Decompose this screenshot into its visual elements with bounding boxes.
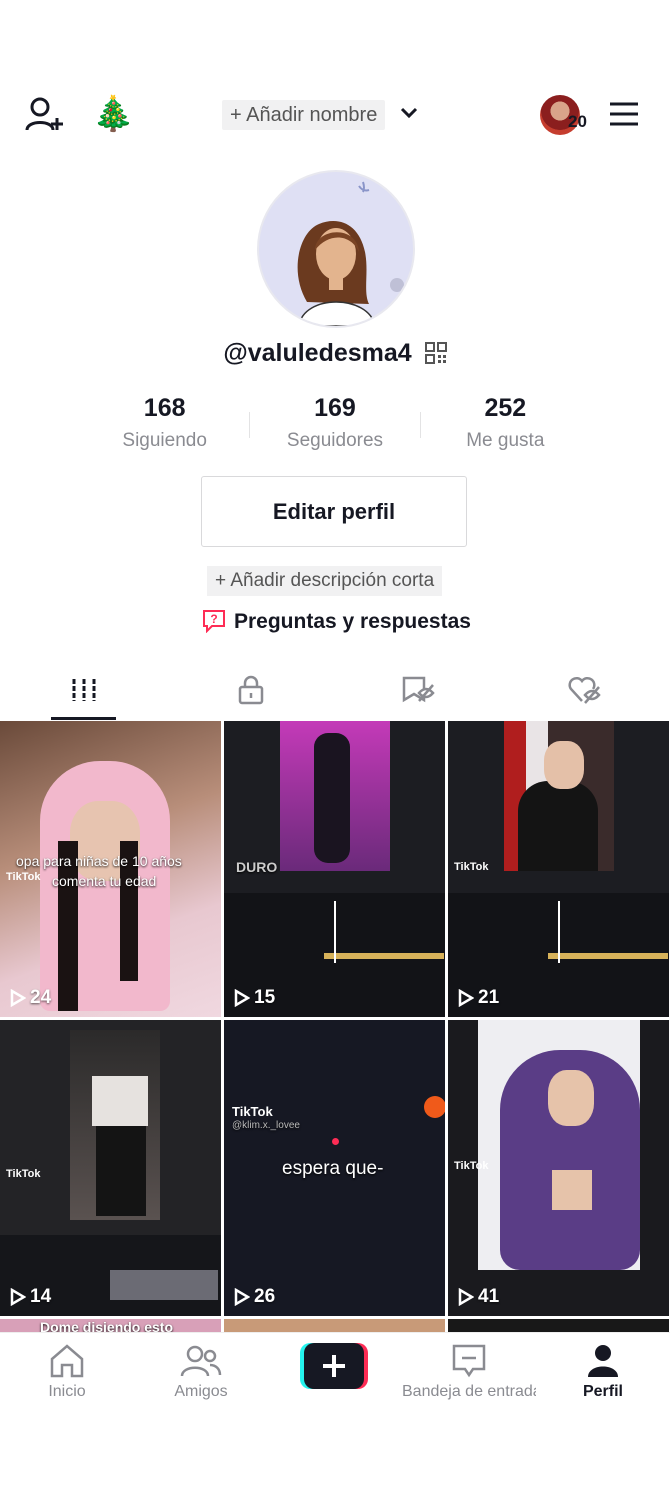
view-count-value: 24 [30,987,52,1008]
chevron-down-icon[interactable] [398,102,420,124]
nav-label: Amigos [174,1383,228,1400]
view-count: 21 [458,987,499,1009]
stat-followers[interactable]: 169 Seguidores [250,390,419,460]
video-thumbnail[interactable]: opa para niñas de 10 años comenta tu eda… [0,721,221,1017]
question-bubble-icon: ? [203,610,225,633]
tiktok-watermark: TikTok [6,1168,41,1180]
svg-text:?: ? [210,612,217,626]
stat-label: Me gusta [466,430,545,451]
nav-friends[interactable]: Amigos [134,1341,268,1407]
play-icon [458,989,474,1007]
tab-private[interactable] [167,660,334,720]
bottom-navigation: Inicio Amigos Bandeja de entrada Perfil [0,1332,670,1413]
qa-label: Preguntas y respuestas [234,610,471,633]
tiktok-watermark: TikTok [6,871,41,883]
friends-icon [180,1345,222,1377]
view-count-value: 26 [254,1286,276,1307]
video-grid: opa para niñas de 10 años comenta tu eda… [0,721,670,1341]
tiktok-watermark: TikTok [454,861,489,873]
view-count: 24 [10,987,51,1009]
video-caption: comenta tu edad [52,873,157,889]
videos-icon [72,679,95,701]
tab-videos[interactable] [0,660,167,720]
inbox-icon [452,1344,486,1378]
nav-label: Bandeja de entrada [402,1383,536,1400]
video-thumbnail[interactable]: TikTok 14 [0,1020,221,1316]
tab-liked[interactable] [501,660,668,720]
tiktok-watermark: TikTok [232,1104,273,1119]
view-count-value: 41 [478,1286,500,1307]
view-count-value: 15 [254,987,276,1008]
video-thumbnail[interactable]: TikTok 21 [448,721,669,1017]
menu-icon[interactable] [608,100,640,128]
content-tabs [0,660,670,720]
video-thumbnail[interactable]: TikTok @klim.x._lovee espera que- 26 [224,1020,445,1316]
avatar-illustration [297,181,404,326]
play-icon [10,1288,26,1306]
profile-avatar[interactable] [257,170,415,328]
active-tab-indicator [51,717,116,720]
view-count: 41 [458,1286,499,1308]
username: @valuledesma4 [223,338,412,367]
story-count: 20 [568,112,587,131]
tiktok-watermark: TikTok [454,1160,489,1172]
profile-icon [588,1345,618,1377]
saved-icon [402,676,435,703]
tab-saved[interactable] [334,660,501,720]
view-count: 15 [234,987,275,1009]
qr-code-icon[interactable] [424,342,447,365]
qa-link[interactable]: ? Preguntas y respuestas [202,606,471,638]
username-row: @valuledesma4 [0,338,670,368]
top-bar: 🎄 + Añadir nombre 20 [0,90,670,140]
lock-icon [238,675,263,705]
stat-likes[interactable]: 252 Me gusta [421,390,590,460]
add-name-button[interactable]: + Añadir nombre [222,100,386,130]
video-caption: DURO [236,859,278,875]
stat-following[interactable]: 168 Siguiendo [80,390,249,460]
add-description-button[interactable]: + Añadir descripción corta [207,566,443,596]
view-count: 14 [10,1286,51,1308]
profile-stats: 168 Siguiendo 169 Seguidores 252 Me gust… [80,390,590,460]
play-icon [10,989,26,1007]
liked-icon [567,676,601,704]
video-caption: opa para niñas de 10 años [16,853,182,869]
video-thumbnail[interactable]: TikTok 41 [448,1020,669,1316]
nav-profile[interactable]: Perfil [536,1341,670,1407]
nav-inbox[interactable]: Bandeja de entrada [402,1341,536,1407]
stat-label: Seguidores [286,430,384,451]
view-count: 26 [234,1286,275,1308]
create-button[interactable] [300,1343,368,1389]
nav-label: Perfil [582,1383,623,1400]
video-caption: espera que- [282,1158,384,1179]
stat-value: 169 [314,394,356,422]
edit-profile-button[interactable]: Editar perfil [201,476,467,547]
stat-label: Siguiendo [122,430,207,451]
play-icon [458,1288,474,1306]
stat-value: 168 [143,394,186,422]
add-user-icon[interactable] [24,96,66,134]
stat-value: 252 [484,394,527,422]
video-thumbnail[interactable]: DURO 15 [224,721,445,1017]
play-icon [234,989,250,1007]
christmas-tree-icon[interactable]: 🎄 [92,94,134,134]
home-icon [50,1344,84,1378]
play-icon [234,1288,250,1306]
nav-label: Inicio [48,1383,86,1400]
nav-home[interactable]: Inicio [0,1341,134,1407]
view-count-value: 14 [30,1286,52,1307]
video-handle: @klim.x._lovee [232,1120,300,1131]
view-count-value: 21 [478,987,500,1008]
